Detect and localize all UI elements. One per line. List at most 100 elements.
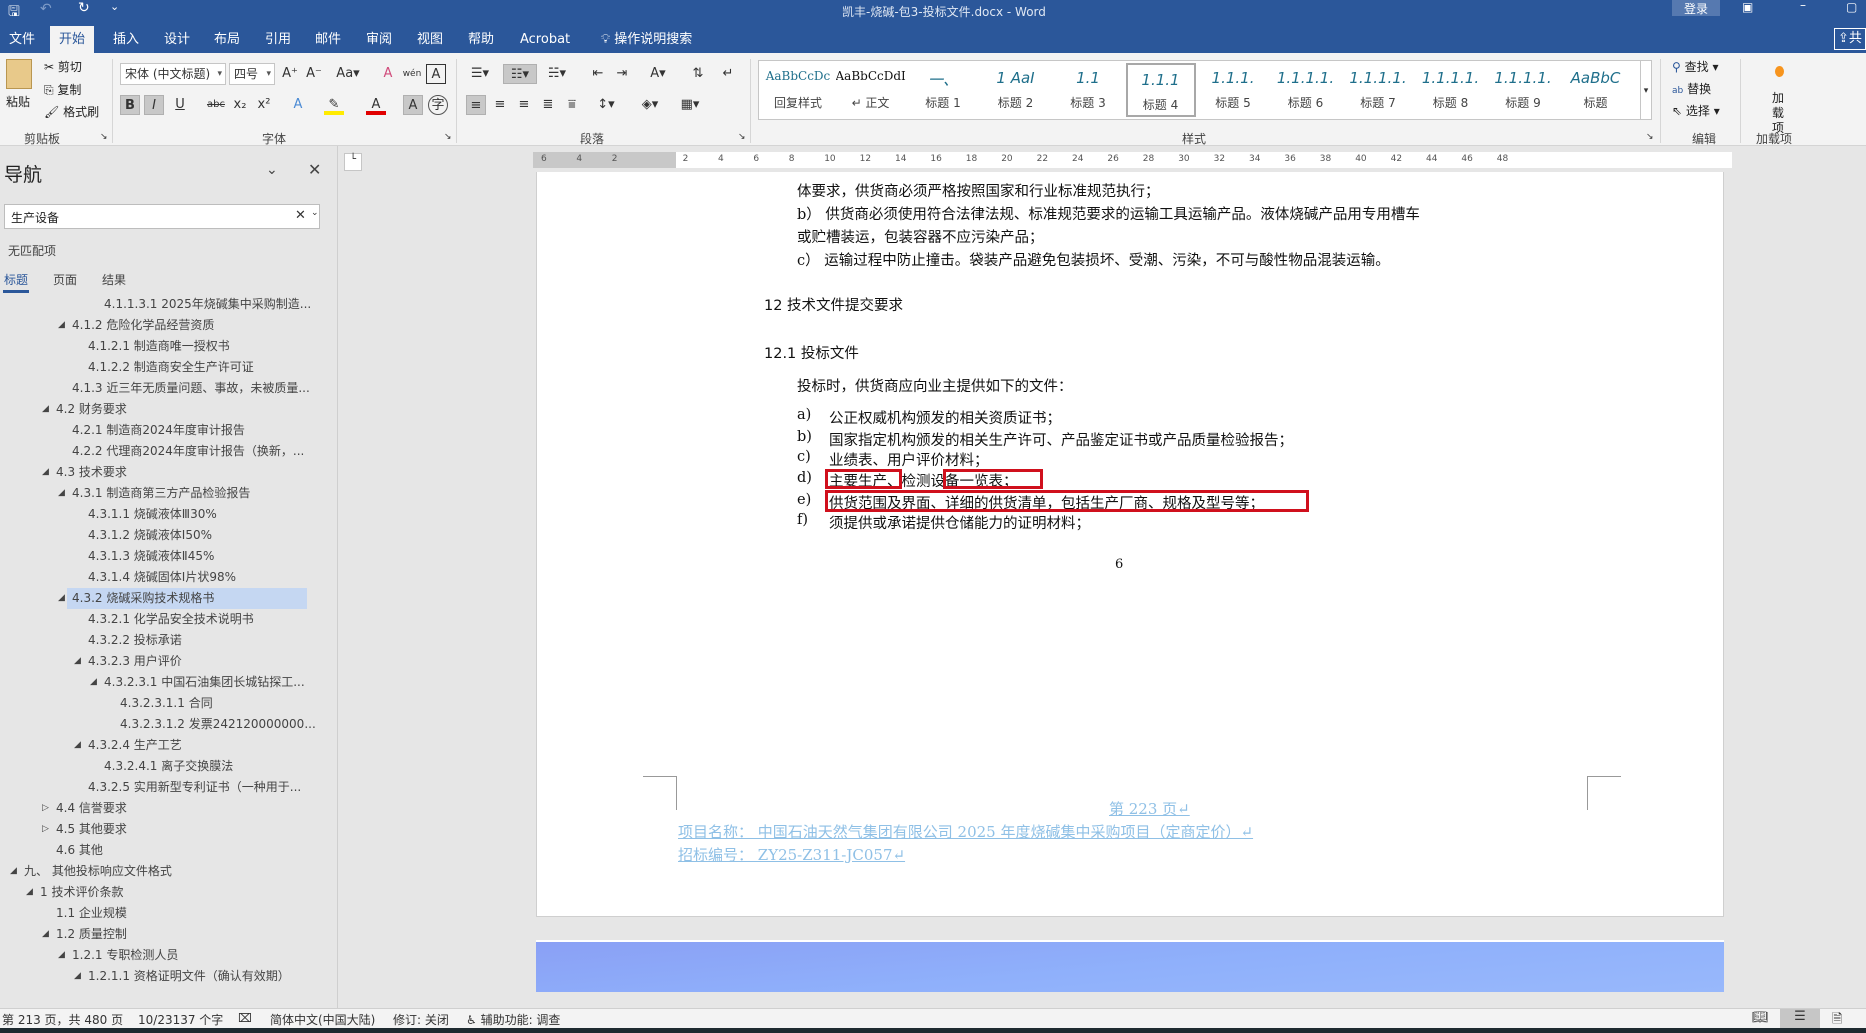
increase-indent-icon[interactable]: ⇥ [612, 64, 632, 84]
tab-design[interactable]: 设计 [155, 26, 199, 53]
nav-tab-pages[interactable]: 页面 [53, 271, 77, 288]
nav-heading-item[interactable]: 4.2 财务要求 [56, 399, 127, 420]
bold-button[interactable]: B [120, 95, 140, 115]
tab-layout[interactable]: 布局 [205, 26, 249, 53]
tab-insert[interactable]: 插入 [104, 26, 148, 53]
font-size-select[interactable]: 四号 [229, 63, 275, 85]
paste-button[interactable]: 粘贴 [6, 93, 30, 110]
numbering-icon[interactable]: ☷▾ [503, 64, 537, 84]
collapse-triangle-icon[interactable]: ◢ [42, 462, 49, 483]
nav-heading-item[interactable]: 1.1 企业规模 [56, 903, 127, 924]
paste-icon[interactable] [6, 59, 32, 89]
proofing-icon[interactable]: ⌧ [238, 1011, 252, 1025]
nav-heading-item[interactable]: 4.3.1.4 烧碱固体Ⅰ片状98% [88, 567, 236, 588]
clipboard-launcher-icon[interactable]: ↘ [100, 132, 108, 142]
nav-heading-item[interactable]: 4.3.2.2 投标承诺 [88, 630, 182, 651]
nav-heading-item[interactable]: 4.3.2.4.1 离子交换膜法 [104, 756, 233, 777]
word-count[interactable]: 10/23137 个字 [138, 1011, 223, 1028]
strikethrough-button[interactable]: abc [206, 95, 226, 115]
style-item[interactable]: AaBbCcDc 回复样式 [763, 63, 833, 117]
read-mode-icon[interactable]: 📖︎ [1752, 1010, 1769, 1025]
text-effects-icon[interactable]: A [288, 95, 308, 115]
tab-help[interactable]: 帮助 [459, 26, 503, 53]
nav-heading-item[interactable]: 4.3.1.3 烧碱液体Ⅱ45% [88, 546, 214, 567]
style-item[interactable]: 1.1.1. 标题 5 [1198, 63, 1268, 117]
nav-heading-item[interactable]: 4.2.2 代理商2024年度审计报告（换新，... [72, 441, 304, 462]
nav-heading-item[interactable]: 4.3.2.3.1.2 发票242120000000... [120, 714, 316, 735]
collapse-triangle-icon[interactable]: ◢ [26, 882, 33, 903]
tab-file[interactable]: 文件 [0, 26, 44, 53]
format-painter-button[interactable]: 🖌︎ 格式刷 [44, 103, 99, 120]
search-options-chevron-icon[interactable]: ⌄ [311, 208, 319, 218]
select-button[interactable]: ⇖ 选择 ▾ [1672, 102, 1720, 119]
collapse-triangle-icon[interactable]: ◢ [90, 672, 97, 693]
redo-icon[interactable]: ↻ [78, 0, 90, 16]
nav-heading-item[interactable]: 1.2.1.1 资格证明文件（确认有效期） [88, 966, 290, 987]
tab-mailings[interactable]: 邮件 [306, 26, 350, 53]
nav-options-chevron-icon[interactable]: ⌄ [266, 162, 278, 178]
ribbon-display-icon[interactable]: ▣ [1742, 0, 1753, 14]
font-name-select[interactable]: 宋体 (中文标题) [120, 63, 226, 85]
nav-heading-item[interactable]: 4.3.2.3.1 中国石油集团长城钻探工... [104, 672, 305, 693]
collapse-triangle-icon[interactable]: ◢ [58, 483, 65, 504]
underline-button[interactable]: U [170, 95, 190, 115]
clear-formatting-icon[interactable]: A [378, 64, 398, 84]
document-page[interactable]: 体要求，供货商必须严格按照国家和行业标准规范执行； b） 供货商必须使用符合法律… [536, 172, 1724, 917]
collapse-triangle-icon[interactable]: ◢ [74, 651, 81, 672]
nav-tab-results[interactable]: 结果 [102, 271, 126, 288]
collapse-triangle-icon[interactable]: ◢ [10, 861, 17, 882]
copy-button[interactable]: ⎘ 复制 [44, 81, 81, 98]
multilevel-list-icon[interactable]: ☵▾ [543, 64, 571, 84]
print-layout-icon[interactable]: ☰ [1780, 1009, 1820, 1028]
tab-selector-button[interactable]: └ [344, 153, 362, 171]
tell-me-search[interactable]: 💡︎ 操作说明搜索 [592, 26, 701, 53]
borders-icon[interactable]: ▦▾ [676, 95, 704, 115]
nav-heading-item[interactable]: 4.3.2.4 生产工艺 [88, 735, 182, 756]
track-changes-status[interactable]: 修订: 关闭 [393, 1011, 449, 1028]
nav-heading-item[interactable]: 4.3.2.3 用户评价 [88, 651, 182, 672]
nav-heading-item[interactable]: 1 技术评价条款 [40, 882, 123, 903]
style-item[interactable]: AaBbC 标题 [1561, 63, 1631, 117]
language-status[interactable]: 简体中文(中国大陆) [270, 1011, 375, 1028]
collapse-triangle-icon[interactable]: ◢ [42, 399, 49, 420]
highlight-color-icon[interactable]: ✎ [324, 95, 344, 115]
styles-launcher-icon[interactable]: ↘ [1646, 132, 1654, 142]
style-item[interactable]: 1.1.1.1. 标题 9 [1488, 63, 1558, 117]
show-marks-icon[interactable]: ↵ [718, 64, 738, 84]
shrink-font-icon[interactable]: A⁻ [304, 64, 324, 84]
nav-heading-item[interactable]: 4.3 技术要求 [56, 462, 127, 483]
collapse-triangle-icon[interactable]: ◢ [58, 315, 65, 336]
nav-heading-item[interactable]: 1.2 质量控制 [56, 924, 127, 945]
style-item[interactable]: 一、 标题 1 [908, 63, 978, 117]
style-item[interactable]: 1.1.1.1. 标题 8 [1416, 63, 1486, 117]
style-item[interactable]: 1 AaI 标题 2 [981, 63, 1051, 117]
minimize-icon[interactable]: – [1800, 0, 1806, 12]
cut-button[interactable]: ✂ 剪切 [44, 58, 82, 75]
nav-heading-item[interactable]: 4.1.1.3.1 2025年烧碱集中采购制造... [104, 294, 311, 315]
tab-references[interactable]: 引用 [256, 26, 300, 53]
share-button[interactable]: ⇪共 [1834, 28, 1866, 50]
sort-icon[interactable]: ⇅ [688, 64, 708, 84]
nav-heading-item[interactable]: 4.3.1.2 烧碱液体Ⅰ50% [88, 525, 212, 546]
style-item[interactable]: 1.1.1.1. 标题 7 [1343, 63, 1413, 117]
enclose-characters-icon[interactable]: 字 [428, 95, 448, 115]
replace-button[interactable]: ab 替换 [1672, 80, 1711, 97]
paragraph-launcher-icon[interactable]: ↘ [738, 132, 746, 142]
tab-acrobat[interactable]: Acrobat [511, 26, 579, 53]
page-count[interactable]: 第 213 页，共 480 页 [2, 1011, 123, 1028]
undo-icon[interactable]: ↶ [40, 1, 52, 17]
nav-heading-item[interactable]: 1.2.1 专职检测人员 [72, 945, 178, 966]
asian-layout-icon[interactable]: A▾ [644, 64, 672, 84]
addin-icon[interactable] [1775, 66, 1784, 77]
maximize-icon[interactable]: ▢ [1846, 0, 1857, 14]
font-launcher-icon[interactable]: ↘ [444, 132, 452, 142]
nav-heading-item[interactable]: 4.1.2 危险化学品经营资质 [72, 315, 214, 336]
collapse-triangle-icon[interactable]: ◢ [74, 735, 81, 756]
style-item[interactable]: 1.1 标题 3 [1053, 63, 1123, 117]
nav-heading-item[interactable]: 4.1.2.1 制造商唯一授权书 [88, 336, 230, 357]
subscript-button[interactable]: x₂ [230, 95, 250, 115]
font-color-icon[interactable]: A [366, 95, 386, 115]
nav-search-input[interactable]: 生产设备 ✕ ⌄ [4, 204, 320, 229]
customize-qat-icon[interactable]: ⌄ [110, 0, 119, 13]
nav-heading-item[interactable]: 4.3.1 制造商第三方产品检验报告 [72, 483, 250, 504]
